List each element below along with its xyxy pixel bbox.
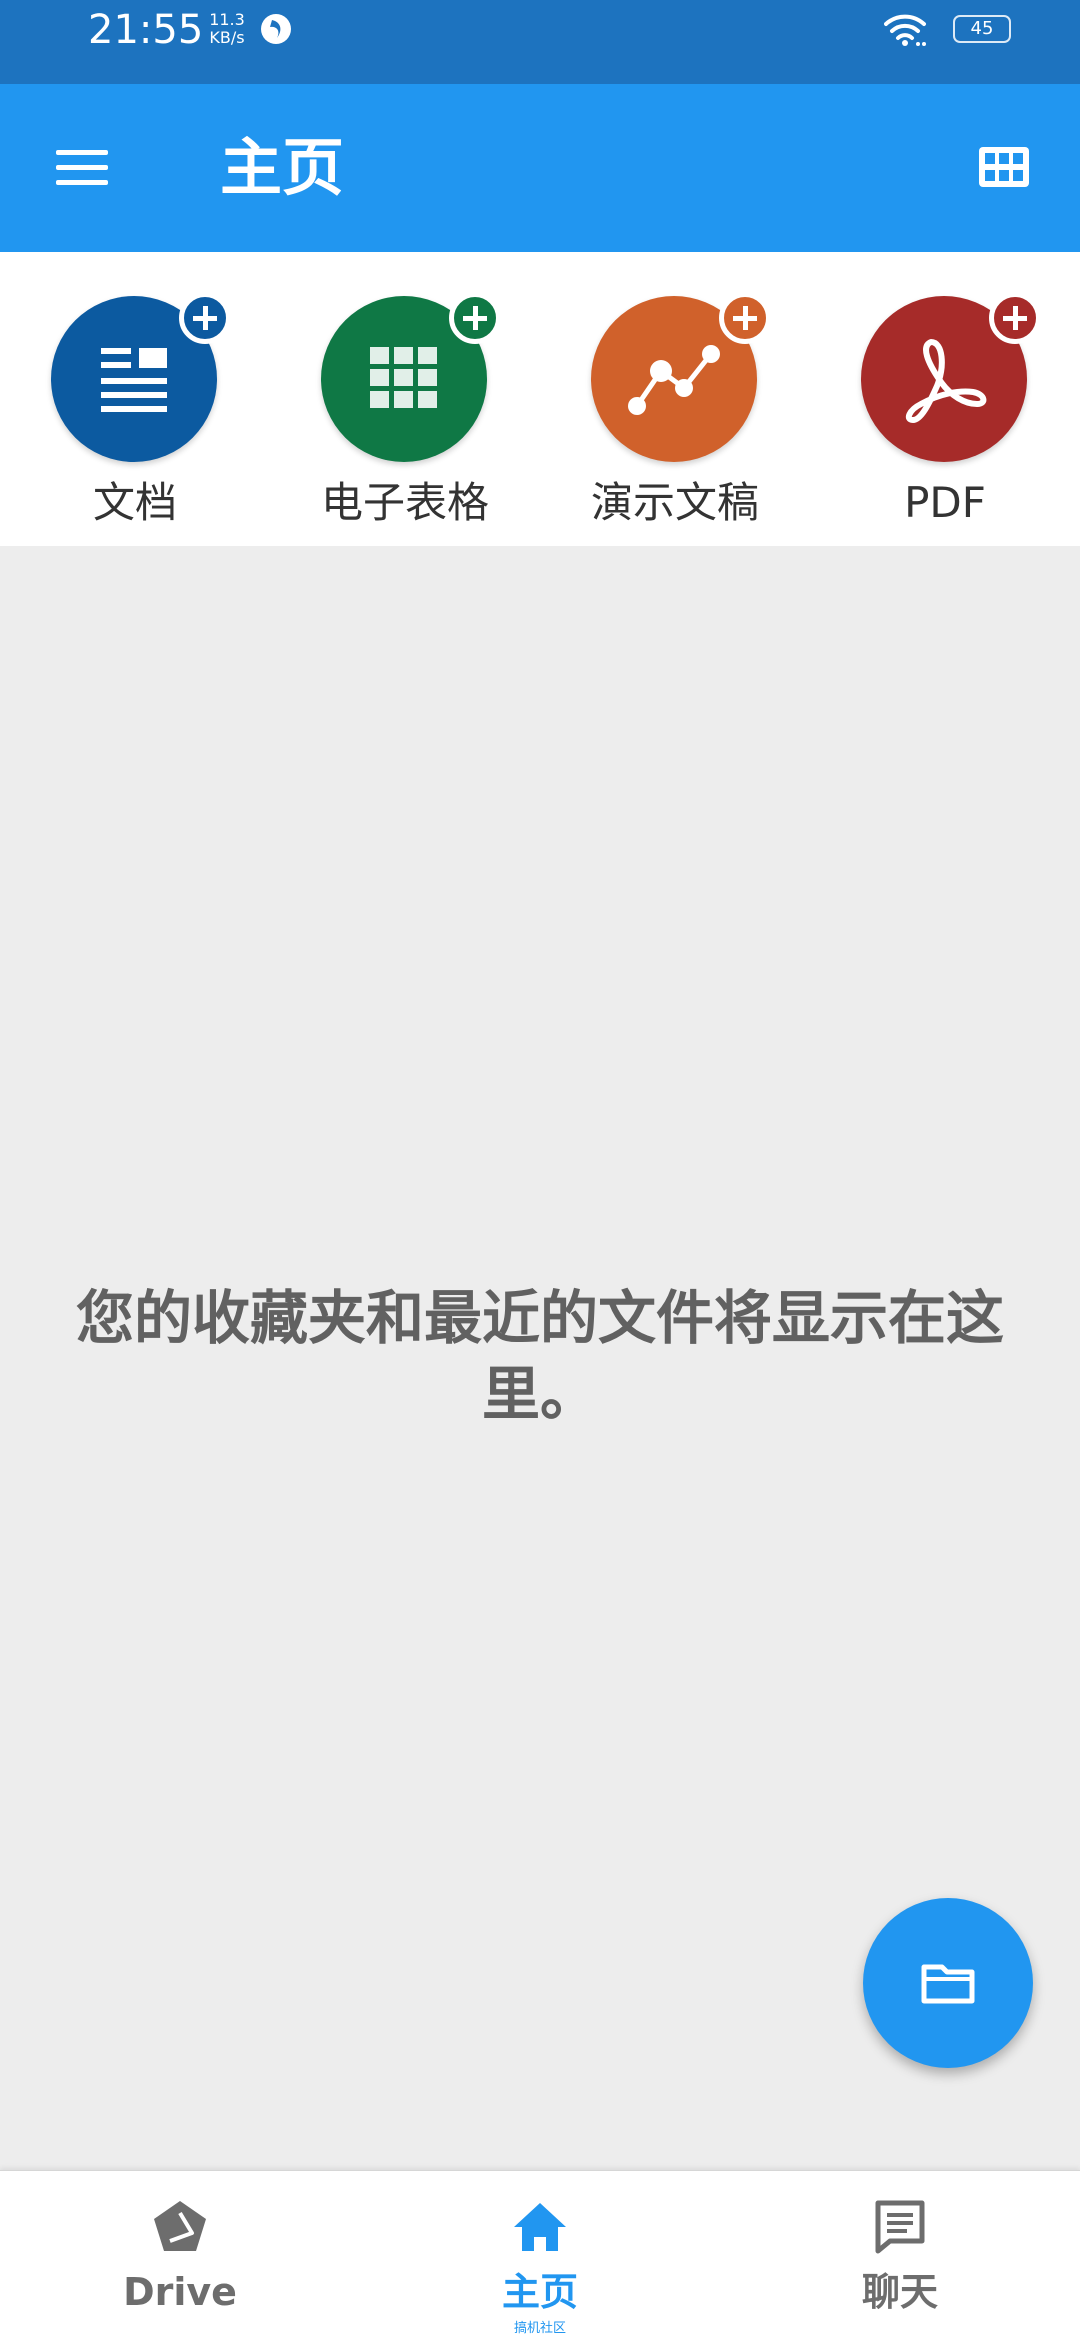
folder-icon: [921, 1964, 975, 2004]
watermark-text: 搞机社区: [513, 2321, 566, 2336]
plus-badge: [179, 292, 231, 344]
status-bar: 21:55 11.3 KB/s 45: [0, 0, 1080, 84]
open-folder-fab[interactable]: [863, 1898, 1033, 2068]
wifi-icon: [884, 14, 926, 46]
create-presentation-button[interactable]: 演示文稿: [540, 252, 810, 546]
spreadsheet-tile[interactable]: [321, 292, 501, 462]
empty-state-message: 您的收藏夹和最近的文件将显示在这里。: [75, 1284, 1004, 1428]
create-spreadsheet-button[interactable]: 电子表格: [270, 252, 540, 546]
nav-label-home: 主页: [501, 2270, 578, 2314]
battery-indicator: 45: [953, 15, 1011, 43]
document-label: 文档: [92, 478, 177, 527]
plus-badge: [449, 292, 501, 344]
grid-view-icon[interactable]: [976, 142, 1032, 194]
create-document-button[interactable]: 文档: [0, 252, 270, 546]
document-tile[interactable]: [51, 292, 231, 462]
plus-icon: [463, 306, 487, 330]
create-pdf-button[interactable]: PDF: [810, 252, 1080, 546]
chat-icon: [875, 2200, 925, 2254]
battery-level: 45: [970, 18, 994, 39]
status-time: 21:55: [88, 7, 204, 53]
plus-badge: [989, 292, 1041, 344]
presentation-label: 演示文稿: [590, 478, 759, 527]
nav-item-home[interactable]: 主页 搞机社区: [360, 2171, 720, 2341]
home-icon: [514, 2203, 566, 2251]
network-speed: 11.3 KB/s: [197, 11, 257, 47]
plus-icon: [193, 306, 217, 330]
nav-item-drive[interactable]: Drive: [0, 2171, 360, 2341]
pdf-tile[interactable]: [861, 292, 1041, 462]
network-speed-value: 11.3: [209, 10, 245, 29]
plus-icon: [733, 306, 757, 330]
app-notification-icon: [261, 14, 291, 44]
nav-item-chat[interactable]: 聊天: [720, 2171, 1080, 2341]
pdf-label: PDF: [904, 478, 986, 527]
page-title: 主页: [220, 131, 345, 204]
create-new-row: 文档 电子表格 演示文稿 PDF: [0, 252, 1080, 546]
drive-icon: [154, 2201, 206, 2251]
app-bar: 主页: [0, 84, 1080, 252]
presentation-tile[interactable]: [591, 292, 771, 462]
nav-label-chat: 聊天: [861, 2270, 938, 2314]
spreadsheet-label: 电子表格: [320, 478, 489, 527]
menu-icon[interactable]: [52, 144, 112, 192]
nav-label-drive: Drive: [123, 2270, 237, 2314]
network-speed-unit: KB/s: [209, 28, 245, 47]
plus-icon: [1003, 306, 1027, 330]
bottom-navigation: Drive 主页 搞机社区 聊天: [0, 2170, 1080, 2341]
plus-badge: [719, 292, 771, 344]
